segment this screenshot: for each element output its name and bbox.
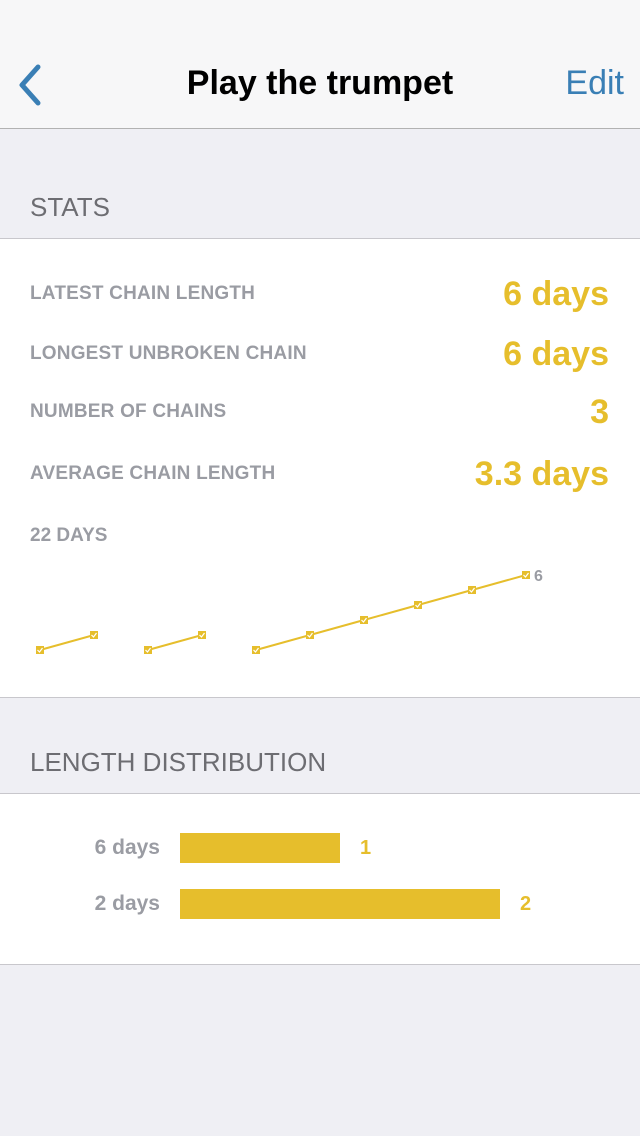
chain-series-line <box>147 634 203 651</box>
distribution-row: 6 days 1 <box>0 833 640 869</box>
stat-label: NUMBER OF CHAINS <box>30 401 227 422</box>
stat-row-latest-chain: LATEST CHAIN LENGTH 6 days <box>30 269 609 319</box>
chain-point-marker <box>306 631 314 639</box>
distribution-row: 2 days 2 <box>0 889 640 925</box>
distribution-bar <box>180 833 340 863</box>
stat-row-longest-chain: LONGEST UNBROKEN CHAIN 6 days <box>30 329 609 379</box>
last-point-label: 6 <box>534 568 543 585</box>
stats-header-label: STATS <box>30 192 110 222</box>
stat-row-number-of-chains: NUMBER OF CHAINS 3 <box>30 387 609 437</box>
stat-value: 3.3 days <box>474 454 609 493</box>
distribution-bar <box>180 889 500 919</box>
distribution-row-label: 6 days <box>94 836 160 859</box>
chain-point-marker <box>468 586 476 594</box>
days-span-label: 22 DAYS <box>30 525 108 546</box>
distribution-count: 2 <box>520 893 532 915</box>
page-title: Play the trumpet <box>186 64 454 102</box>
stats-card: LATEST CHAIN LENGTH 6 days LONGEST UNBRO… <box>0 238 640 698</box>
chain-series-line <box>255 574 527 651</box>
distribution-count: 1 <box>360 837 372 859</box>
chain-point-marker <box>360 616 368 624</box>
stat-label: AVERAGE CHAIN LENGTH <box>30 463 276 484</box>
chain-point-marker <box>522 571 530 579</box>
distribution-row-label: 2 days <box>94 892 160 915</box>
stat-value: 6 days <box>503 274 609 313</box>
stat-label: LONGEST UNBROKEN CHAIN <box>30 343 307 364</box>
stat-label: LATEST CHAIN LENGTH <box>30 283 256 304</box>
chain-point-marker <box>252 646 260 654</box>
distribution-header-label: LENGTH DISTRIBUTION <box>30 747 327 777</box>
distribution-card: 6 days 1 2 days 2 <box>0 793 640 965</box>
chain-point-marker <box>36 646 44 654</box>
chain-point-marker <box>414 601 422 609</box>
stat-value: 6 days <box>503 334 609 373</box>
chain-history-chart: 6 <box>36 568 543 654</box>
chain-point-marker <box>90 631 98 639</box>
stat-value: 3 <box>590 392 609 431</box>
chain-point-marker <box>198 631 206 639</box>
navigation-bar: Play the trumpet Edit <box>0 0 640 129</box>
chain-series-line <box>39 634 95 651</box>
edit-button[interactable]: Edit <box>565 64 624 103</box>
chain-point-marker <box>144 646 152 654</box>
stat-row-average-chain: AVERAGE CHAIN LENGTH 3.3 days <box>30 449 609 499</box>
